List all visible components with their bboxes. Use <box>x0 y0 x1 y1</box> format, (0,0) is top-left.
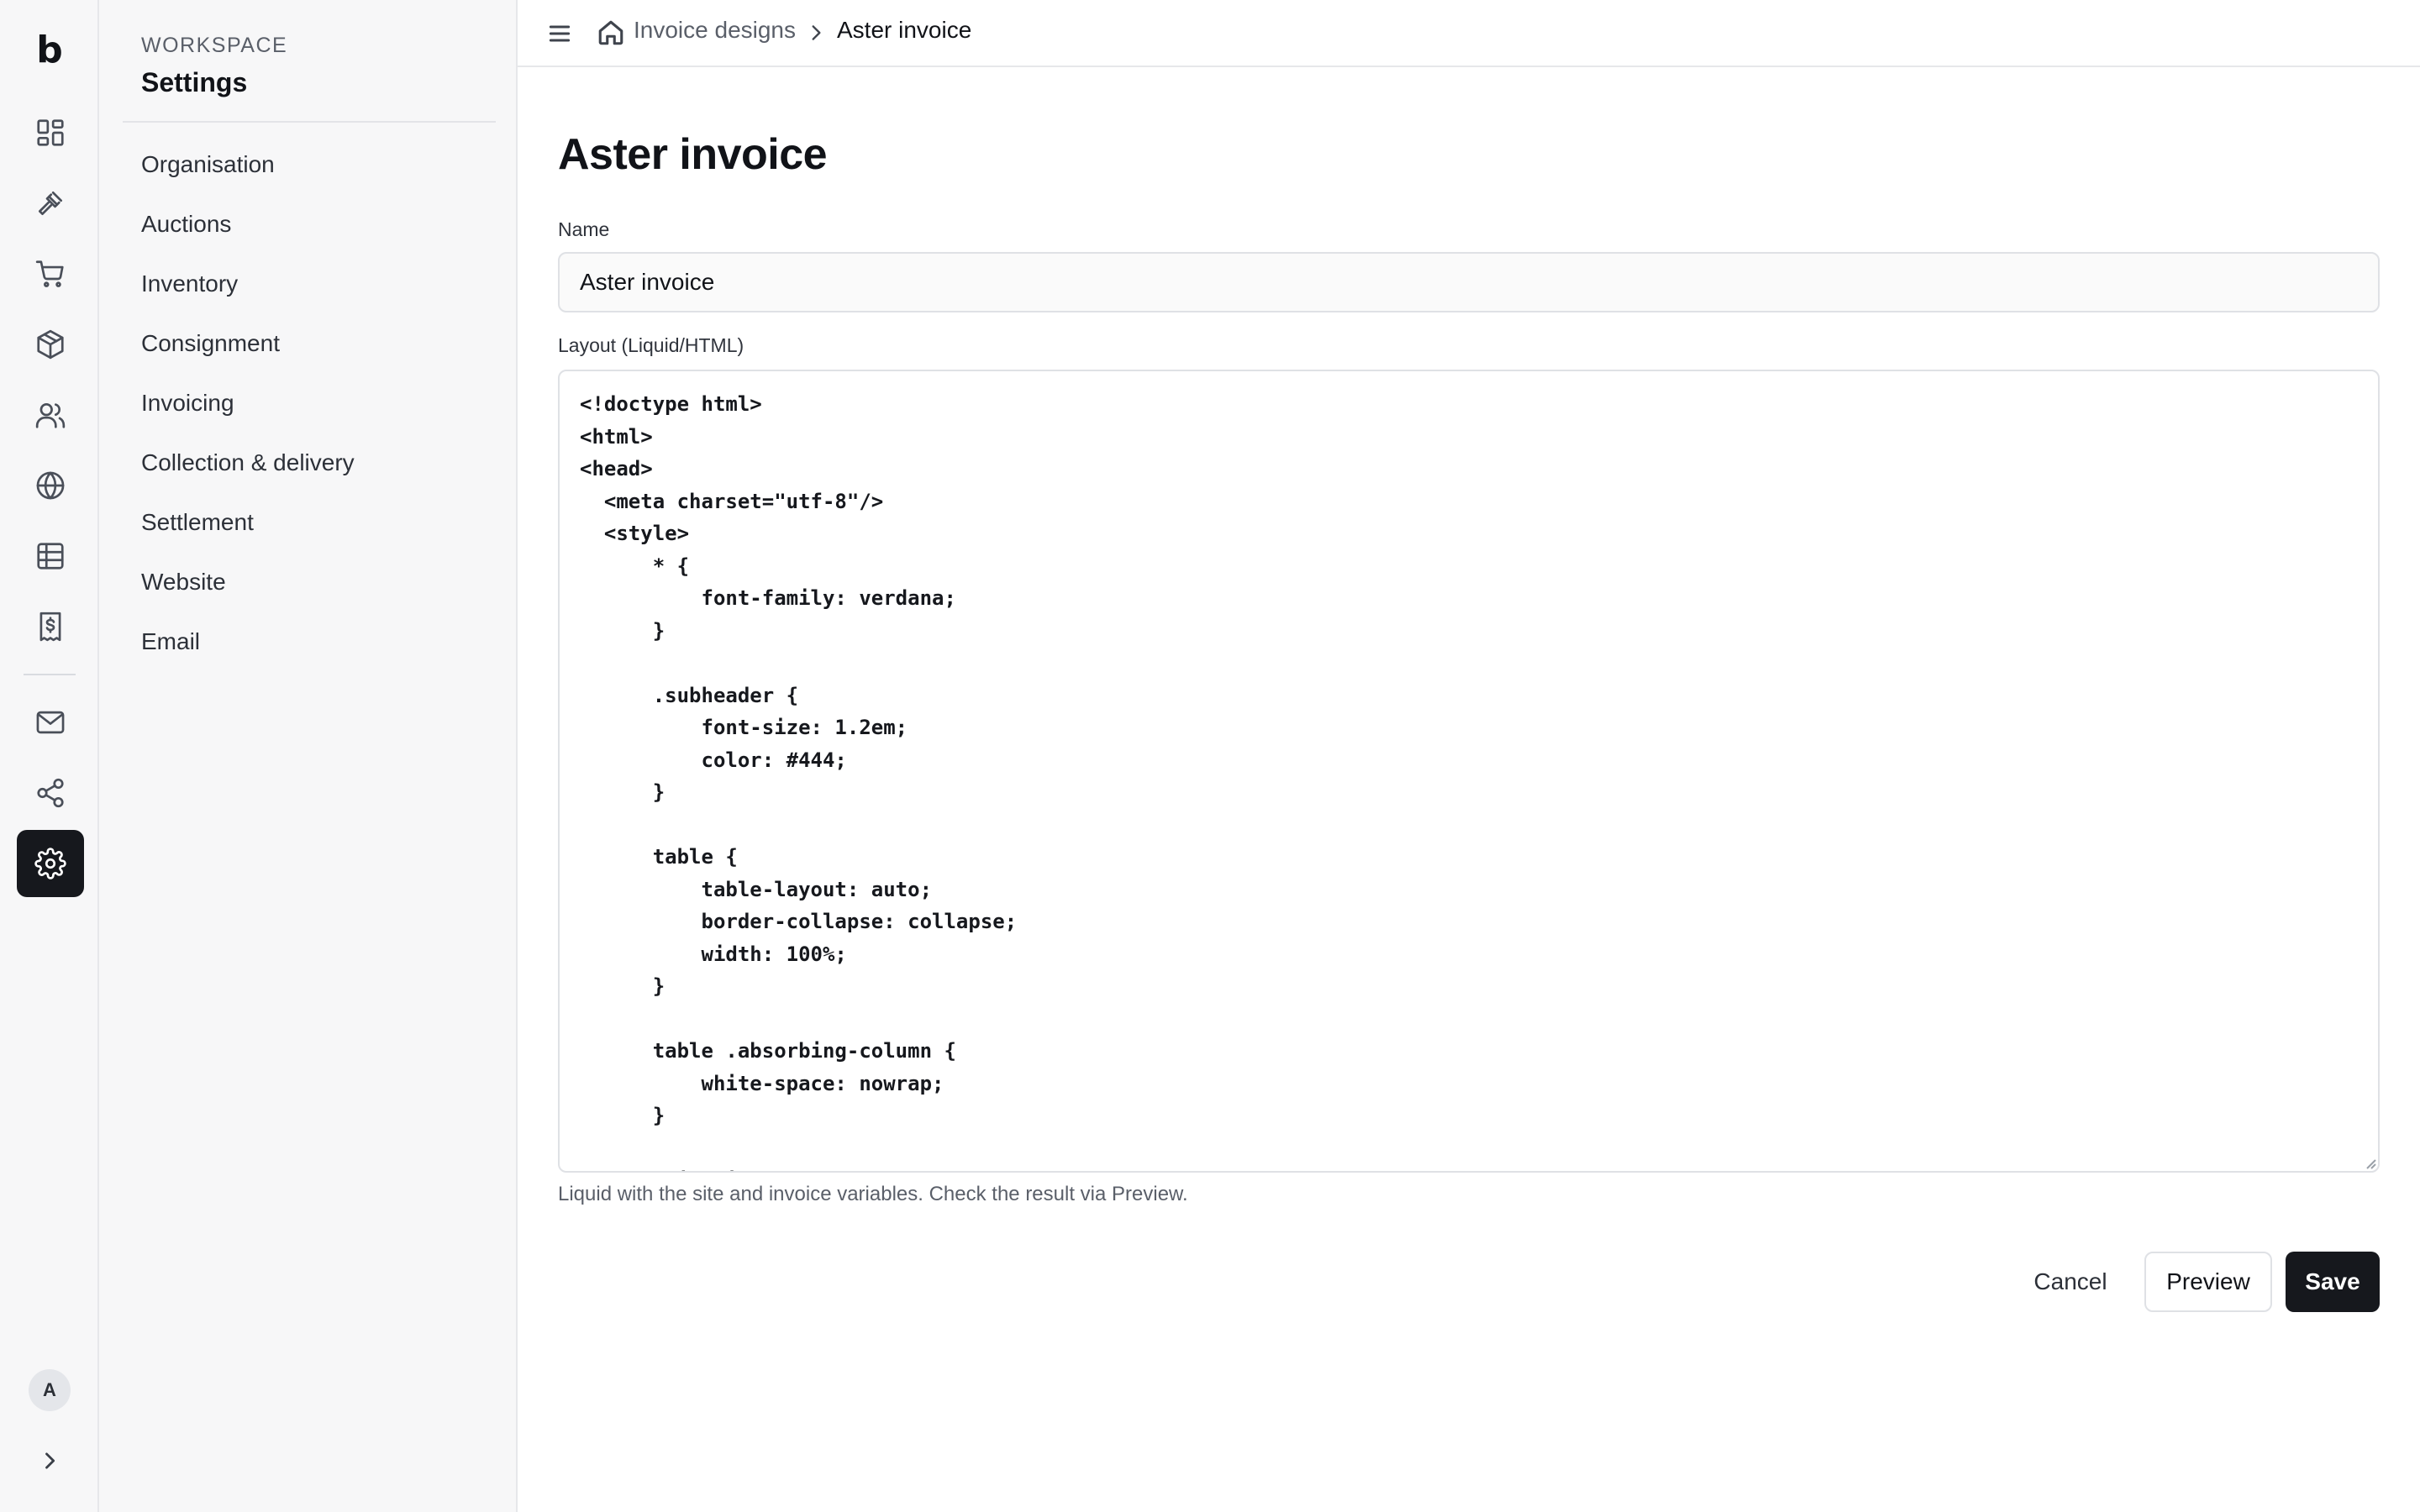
sidebar-item-collection-delivery[interactable]: Collection & delivery <box>141 443 355 502</box>
icon-rail: b A <box>0 0 99 1512</box>
sidebar-title: Settings <box>141 67 248 97</box>
sidebar-item-website[interactable]: Website <box>141 562 355 622</box>
top-bar: Invoice designs Aster invoice <box>518 0 2420 67</box>
cancel-button[interactable]: Cancel <box>2020 1252 2121 1312</box>
breadcrumb-invoice-designs[interactable]: Invoice designs <box>634 17 796 44</box>
breadcrumb-current: Aster invoice <box>837 17 972 43</box>
share-icon[interactable] <box>17 759 84 827</box>
name-label: Name <box>558 218 610 240</box>
resize-handle-icon[interactable] <box>2363 1156 2376 1169</box>
sidebar-item-auctions[interactable]: Auctions <box>141 204 355 264</box>
sidebar-item-organisation[interactable]: Organisation <box>141 144 355 204</box>
globe-icon[interactable] <box>17 452 84 519</box>
menu-icon[interactable] <box>546 20 573 47</box>
cart-icon[interactable] <box>17 240 84 307</box>
expand-sidebar-chevron-icon[interactable] <box>29 1440 71 1482</box>
sidebar-divider <box>123 121 496 123</box>
package-icon[interactable] <box>17 311 84 378</box>
workspace-label: WORKSPACE <box>141 34 288 57</box>
save-button[interactable]: Save <box>2286 1252 2380 1312</box>
sidebar-item-consignment[interactable]: Consignment <box>141 323 355 383</box>
receipt-icon[interactable] <box>17 593 84 660</box>
settings-sidebar: WORKSPACE Settings Organisation Auctions… <box>99 0 518 1512</box>
home-icon[interactable] <box>597 18 625 47</box>
layout-label: Layout (Liquid/HTML) <box>558 334 744 356</box>
mail-icon[interactable] <box>17 689 84 756</box>
layout-code-editor[interactable]: <!doctype html> <html> <head> <meta char… <box>558 370 2380 1173</box>
gavel-icon[interactable] <box>17 170 84 237</box>
name-input[interactable] <box>558 252 2380 312</box>
page-title: Aster invoice <box>558 130 828 179</box>
layout-helper-text: Liquid with the site and invoice variabl… <box>558 1183 1188 1205</box>
table-icon[interactable] <box>17 522 84 590</box>
app-logo[interactable]: b <box>0 27 99 74</box>
sidebar-item-invoicing[interactable]: Invoicing <box>141 383 355 443</box>
settings-icon[interactable] <box>17 830 84 897</box>
settings-nav: Organisation Auctions Inventory Consignm… <box>141 144 355 681</box>
sidebar-item-settlement[interactable]: Settlement <box>141 502 355 562</box>
sidebar-item-email[interactable]: Email <box>141 622 355 681</box>
rail-divider <box>24 674 76 675</box>
chevron-right-icon <box>805 22 827 44</box>
sidebar-item-inventory[interactable]: Inventory <box>141 264 355 323</box>
preview-button[interactable]: Preview <box>2144 1252 2272 1312</box>
dashboard-icon[interactable] <box>17 99 84 166</box>
users-icon[interactable] <box>17 381 84 449</box>
avatar[interactable]: A <box>29 1369 71 1411</box>
